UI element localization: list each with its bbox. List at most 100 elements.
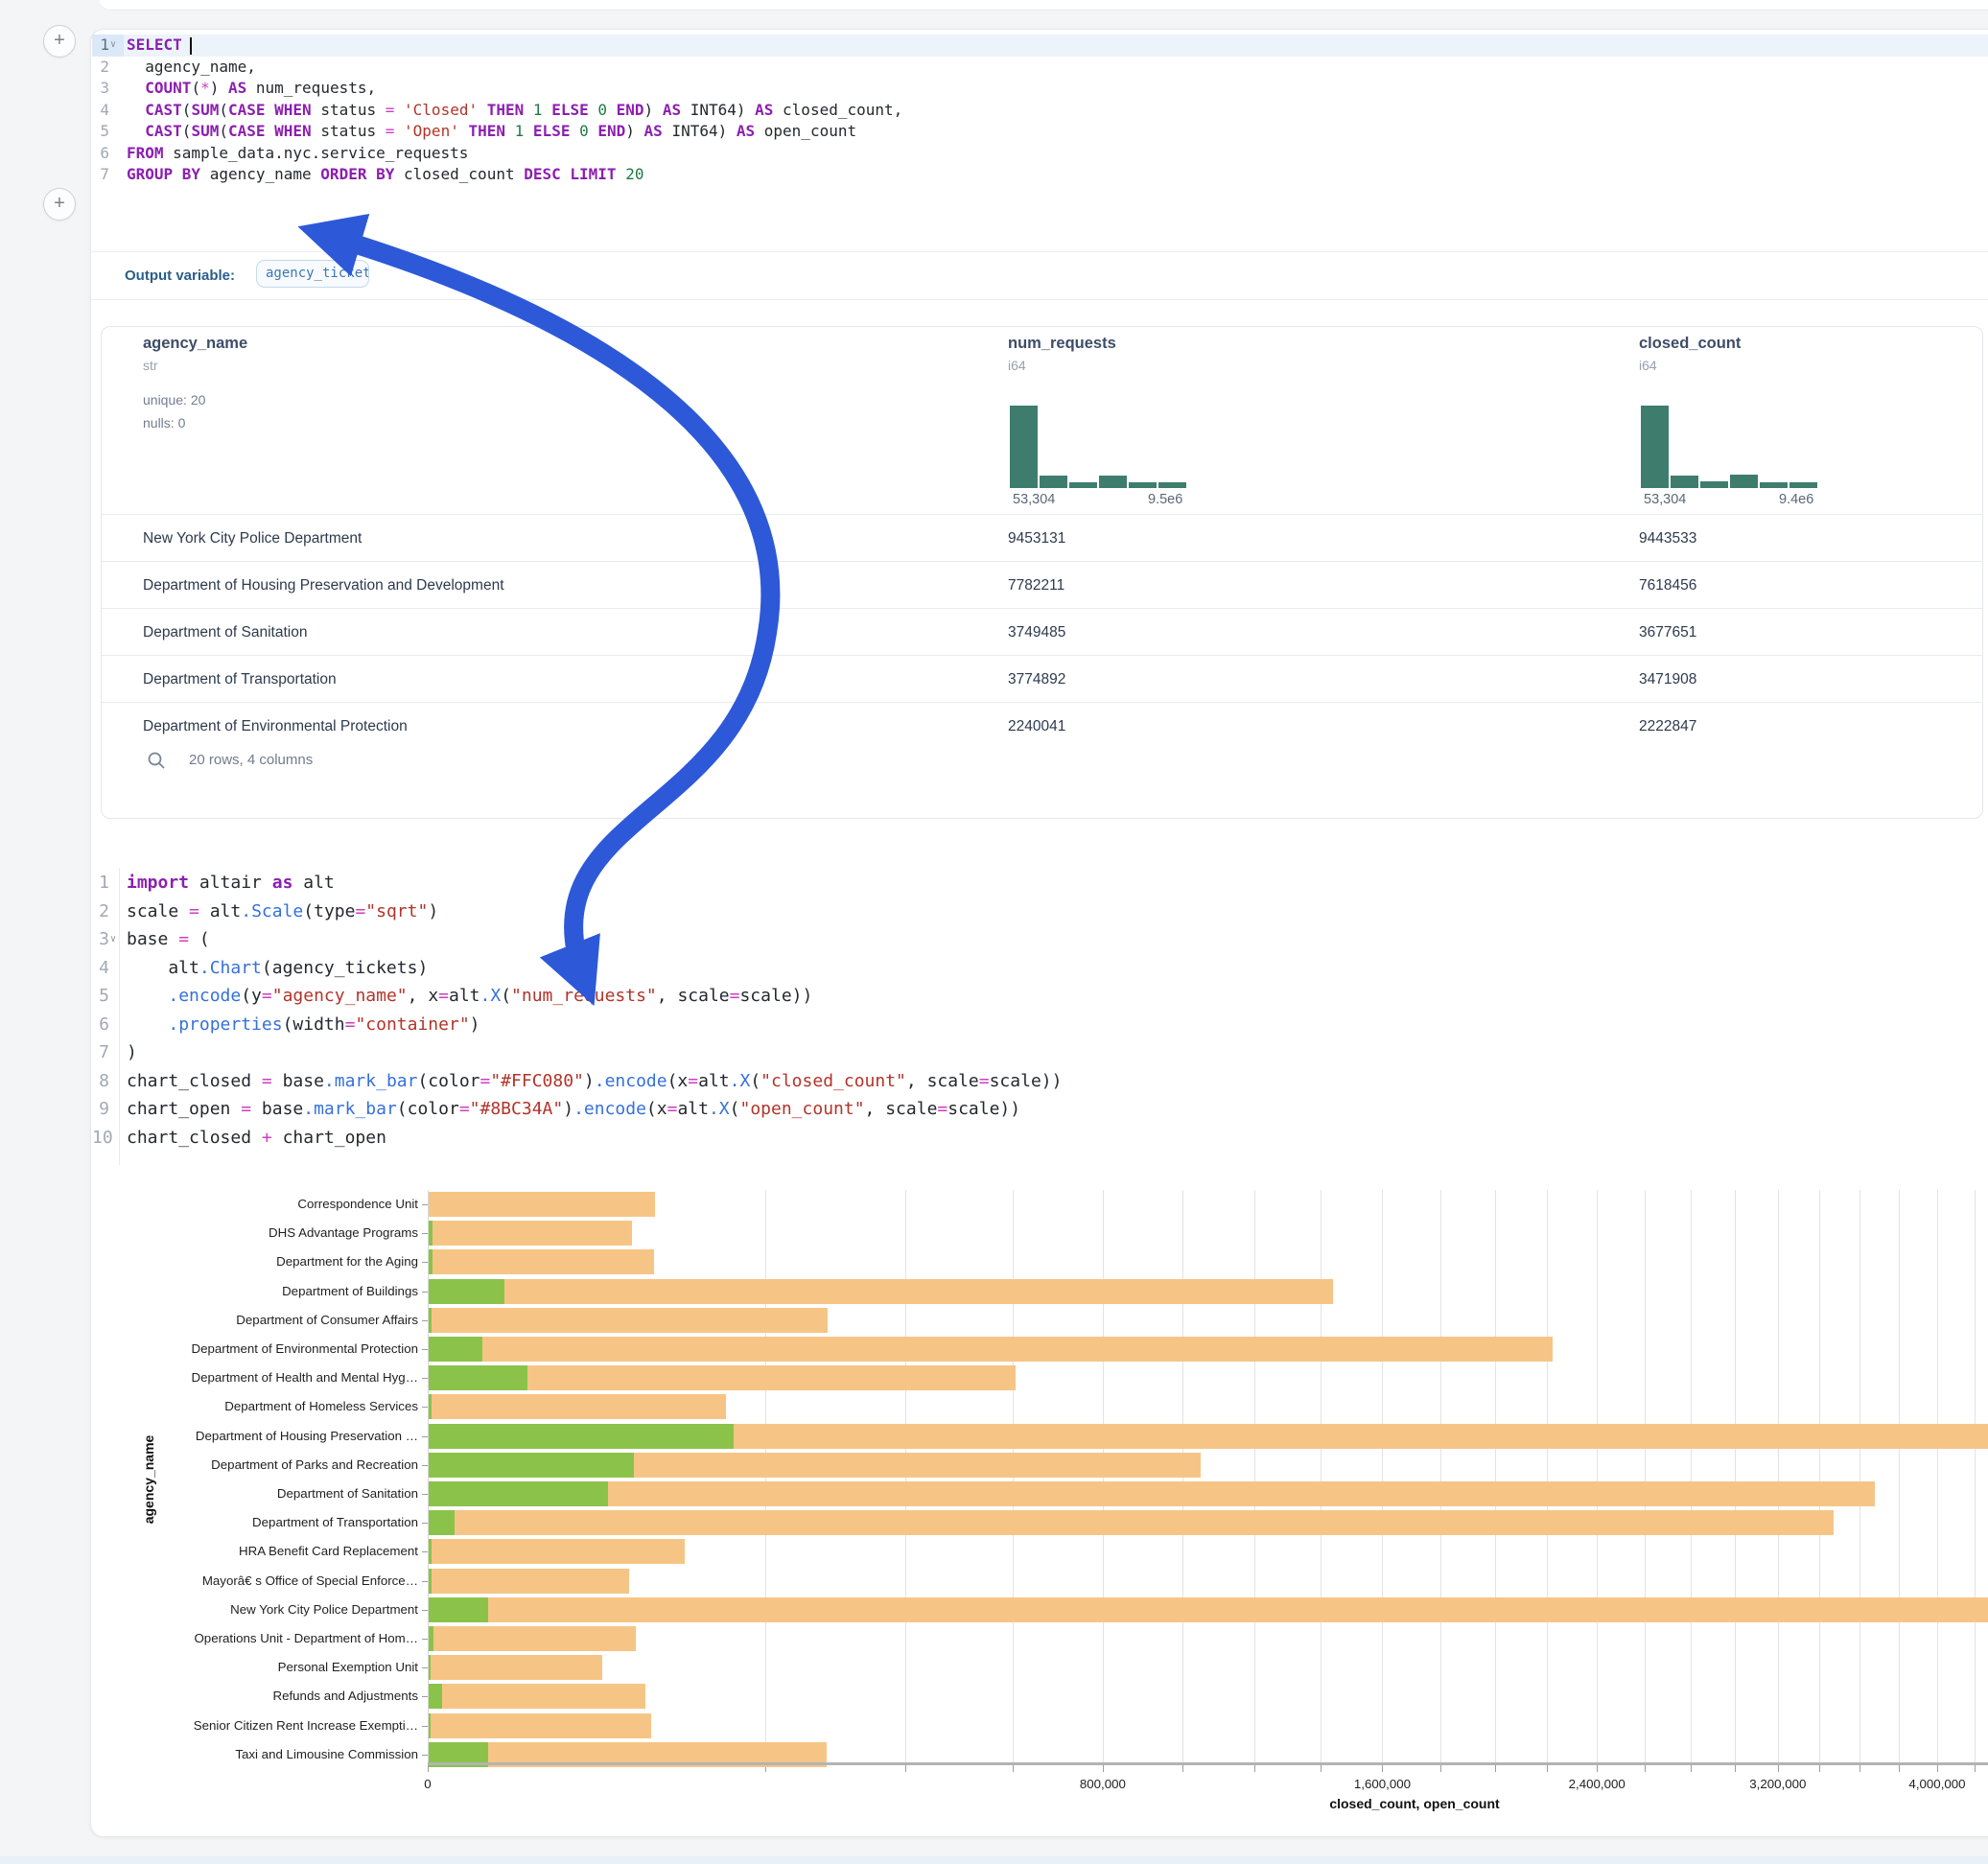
chart-gridline <box>1547 1190 1548 1762</box>
column-stat-nulls: nulls: 0 <box>143 415 185 431</box>
dataframe-preview: agency_name str unique: 20 nulls: 0 num_… <box>101 326 1983 819</box>
collapse-caret-icon[interactable]: ∨ <box>110 35 124 57</box>
python-editor[interactable]: 1import altair as alt2scale = alt.Scale(… <box>92 869 1988 1156</box>
code-line[interactable]: 5 .encode(y="agency_name", x=alt.X("num_… <box>92 982 1988 1011</box>
section-divider <box>91 299 1988 300</box>
table-row: Department of Transportation377489234719… <box>102 655 1982 703</box>
histogram-min-label: 53,304 <box>1013 492 1055 507</box>
hist-bar <box>1700 481 1728 488</box>
line-number: 2 <box>92 57 124 79</box>
chart-category-label: New York City Police Department <box>101 1602 418 1617</box>
table-cell: 3774892 <box>1008 656 1065 703</box>
chart-category-label: Department of Buildings <box>101 1284 418 1298</box>
x-axis-tick <box>1254 1765 1255 1772</box>
code-line[interactable]: 3∨base = ( <box>92 925 1988 954</box>
x-axis-tick <box>1495 1765 1496 1772</box>
x-axis-tick <box>428 1765 429 1772</box>
code-line[interactable]: 4 alt.Chart(agency_tickets) <box>92 954 1988 983</box>
chart-bar-open <box>428 1597 488 1622</box>
column-stat-unique: unique: 20 <box>143 392 205 408</box>
x-axis-tick <box>1899 1765 1900 1772</box>
x-tick-label: 3,200,000 <box>1749 1777 1806 1791</box>
hist-bar <box>1129 482 1157 488</box>
line-number: 7 <box>92 1038 124 1067</box>
sql-editor[interactable]: 1∨SELECT2 agency_name,3 COUNT(*) AS num_… <box>92 35 1988 198</box>
chart-category-label: Department for the Aging <box>101 1254 418 1269</box>
hist-bar <box>1010 406 1038 488</box>
code-line[interactable]: 6 .properties(width="container") <box>92 1011 1988 1039</box>
code-text: scale = alt.Scale(type="sqrt") <box>127 897 438 926</box>
histogram-max-label: 9.4e6 <box>1779 492 1813 507</box>
code-line[interactable]: 6FROM sample_data.nyc.service_requests <box>92 143 1988 165</box>
chart-bar-closed <box>428 1597 1988 1622</box>
table-row: Department of Housing Preservation and D… <box>102 561 1982 609</box>
x-axis-tick <box>1691 1765 1692 1772</box>
hist-bar <box>1671 476 1698 488</box>
chart-bar-open <box>428 1365 527 1390</box>
chart-gridline <box>1975 1190 1976 1762</box>
column-type: str <box>143 358 158 373</box>
code-text: agency_name, <box>127 57 256 79</box>
line-number: 4 <box>92 954 124 983</box>
x-tick-label: 0 <box>424 1777 431 1791</box>
add-cell-button-output[interactable]: + <box>43 188 76 221</box>
chart-gridline <box>1597 1190 1598 1762</box>
chart-gridline <box>1691 1190 1692 1762</box>
collapse-caret-icon[interactable]: ∨ <box>110 925 124 954</box>
x-axis-tick <box>1597 1765 1598 1772</box>
table-cell: 2222847 <box>1639 703 1696 750</box>
table-cell: New York City Police Department <box>143 515 362 562</box>
code-line[interactable]: 3 COUNT(*) AS num_requests, <box>92 78 1988 100</box>
chart-category-label: Mayorâ€ s Office of Special Enforce… <box>101 1573 418 1588</box>
code-line[interactable]: 1import altair as alt <box>92 869 1988 897</box>
code-line[interactable]: 7) <box>92 1038 1988 1067</box>
line-number: 3 <box>92 78 124 100</box>
chart-category-label: HRA Benefit Card Replacement <box>101 1544 418 1558</box>
x-tick-label: 2,400,000 <box>1569 1777 1625 1791</box>
x-axis-tick <box>1778 1765 1779 1772</box>
chart-category-label: DHS Advantage Programs <box>101 1225 418 1240</box>
chart-bar-open <box>428 1279 504 1304</box>
histogram-max-label: 9.5e6 <box>1148 492 1182 507</box>
code-line[interactable]: 2scale = alt.Scale(type="sqrt") <box>92 897 1988 926</box>
code-line[interactable]: 7GROUP BY agency_name ORDER BY closed_co… <box>92 164 1988 186</box>
chart-bar-open <box>428 1510 455 1535</box>
code-line[interactable]: 4 CAST(SUM(CASE WHEN status = 'Closed' T… <box>92 100 1988 122</box>
output-variable-label: Output variable: <box>125 268 235 284</box>
chart-gridline <box>1778 1190 1779 1762</box>
table-row-count: 20 rows, 4 columns <box>189 752 313 768</box>
table-cell: 9453131 <box>1008 515 1065 562</box>
column-header-closed-count[interactable]: closed_count <box>1639 335 1741 353</box>
code-line[interactable]: 5 CAST(SUM(CASE WHEN status = 'Open' THE… <box>92 121 1988 143</box>
search-icon[interactable] <box>147 751 166 770</box>
code-line[interactable]: 9chart_open = base.mark_bar(color="#8BC3… <box>92 1095 1988 1124</box>
x-tick-label: 800,000 <box>1080 1777 1126 1791</box>
column-header-agency-name[interactable]: agency_name <box>143 335 247 353</box>
chart-category-label: Refunds and Adjustments <box>101 1689 418 1703</box>
code-line[interactable]: 8chart_closed = base.mark_bar(color="#FF… <box>92 1067 1988 1096</box>
hist-bar <box>1040 476 1067 488</box>
histogram-num-requests <box>1010 404 1202 488</box>
column-header-num-requests[interactable]: num_requests <box>1008 335 1116 353</box>
chart-category-label: Personal Exemption Unit <box>101 1660 418 1674</box>
x-axis-line <box>428 1762 1988 1765</box>
chart-gridline <box>1440 1190 1441 1762</box>
line-number: 6 <box>92 1011 124 1039</box>
code-text: ) <box>127 1038 137 1067</box>
add-cell-button-top[interactable]: + <box>43 25 76 58</box>
code-line[interactable]: 1∨SELECT <box>92 35 1988 57</box>
code-text: chart_closed = base.mark_bar(color="#FFC… <box>127 1067 1062 1096</box>
output-variable-pill[interactable]: agency_tickets <box>256 260 369 288</box>
code-line[interactable]: 2 agency_name, <box>92 57 1988 79</box>
chart-bar-closed <box>428 1684 645 1709</box>
code-text: SELECT <box>127 35 182 57</box>
code-text: chart_closed + chart_open <box>127 1124 386 1153</box>
table-cell: Department of Housing Preservation and D… <box>143 562 504 609</box>
code-line[interactable]: 10chart_closed + chart_open <box>92 1124 1988 1153</box>
code-text: chart_open = base.mark_bar(color="#8BC34… <box>127 1095 1020 1124</box>
chart-bar-closed <box>428 1337 1553 1362</box>
x-axis-tick <box>1937 1765 1938 1772</box>
x-axis-tick <box>1735 1765 1736 1772</box>
chart-gridline <box>1495 1190 1496 1762</box>
line-number: 2 <box>92 897 124 926</box>
